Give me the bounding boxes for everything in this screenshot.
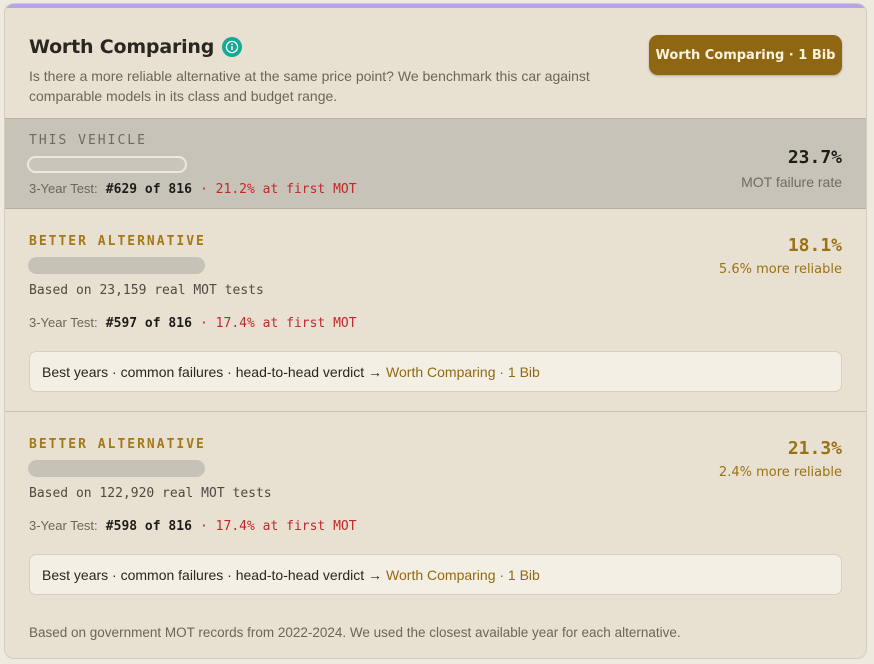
test-rank: #629 of 816: [105, 182, 192, 197]
alternative-label: BETTER ALTERNATIVE: [29, 234, 206, 249]
failure-rate-value: 23.7%: [787, 147, 842, 168]
test-rank: #598 of 816: [105, 519, 192, 534]
first-mot-rate: · 17.4% at first MOT: [200, 316, 357, 331]
this-vehicle-label: THIS VEHICLE: [29, 133, 147, 148]
test-prefix: 3-Year Test:: [29, 518, 98, 533]
alternative-section: BETTER ALTERNATIVE Based on 122,920 real…: [5, 412, 866, 615]
alternative-label: BETTER ALTERNATIVE: [29, 437, 206, 452]
test-rank: #597 of 816: [105, 316, 192, 331]
first-mot-rate: · 17.4% at first MOT: [200, 519, 357, 534]
card-header: Worth Comparing Is there a more reliable…: [5, 8, 866, 118]
data-source-footnote: Based on government MOT records from 202…: [29, 625, 681, 640]
reliability-note: 2.4% more reliable: [718, 465, 842, 480]
three-year-test: 3-Year Test: #597 of 816 · 17.4% at firs…: [29, 315, 357, 331]
comparison-teaser[interactable]: Best years · common failures · head-to-h…: [29, 554, 842, 595]
based-on-tests: Based on 23,159 real MOT tests: [29, 283, 264, 298]
info-icon[interactable]: [222, 37, 243, 57]
title-row: Worth Comparing: [29, 36, 243, 58]
comparison-teaser[interactable]: Best years · common failures · head-to-h…: [29, 351, 842, 392]
card-subtitle: Is there a more reliable alternative at …: [29, 68, 590, 104]
this-vehicle-section: THIS VEHICLE 3-Year Test: #629 of 816 · …: [5, 118, 866, 209]
failure-rate-label: MOT failure rate: [741, 174, 842, 190]
three-year-test: 3-Year Test: #598 of 816 · 17.4% at firs…: [29, 518, 357, 534]
teaser-text: Best years · common failures · head-to-h…: [42, 363, 383, 380]
alternative-name-placeholder: [28, 460, 205, 477]
teaser-text: Best years · common failures · head-to-h…: [42, 566, 383, 583]
vehicle-name-placeholder: [27, 156, 187, 173]
worth-comparing-button[interactable]: Worth Comparing · 1 Bib: [649, 35, 842, 75]
test-prefix: 3-Year Test:: [29, 315, 98, 330]
worth-comparing-link[interactable]: Worth Comparing · 1 Bib: [386, 364, 540, 380]
worth-comparing-link[interactable]: Worth Comparing · 1 Bib: [386, 567, 540, 583]
alternative-section: BETTER ALTERNATIVE Based on 23,159 real …: [5, 209, 866, 412]
alternative-name-placeholder: [28, 257, 205, 274]
worth-comparing-card: Worth Comparing Is there a more reliable…: [4, 3, 867, 659]
card-title: Worth Comparing: [29, 36, 215, 58]
alternative-failure-rate: 21.3%: [787, 438, 842, 459]
based-on-tests: Based on 122,920 real MOT tests: [29, 486, 272, 501]
first-mot-rate: · 21.2% at first MOT: [200, 182, 357, 197]
reliability-note: 5.6% more reliable: [718, 262, 842, 277]
alternative-failure-rate: 18.1%: [787, 235, 842, 256]
test-prefix: 3-Year Test:: [29, 181, 98, 196]
three-year-test: 3-Year Test: #629 of 816 · 21.2% at firs…: [29, 181, 357, 197]
